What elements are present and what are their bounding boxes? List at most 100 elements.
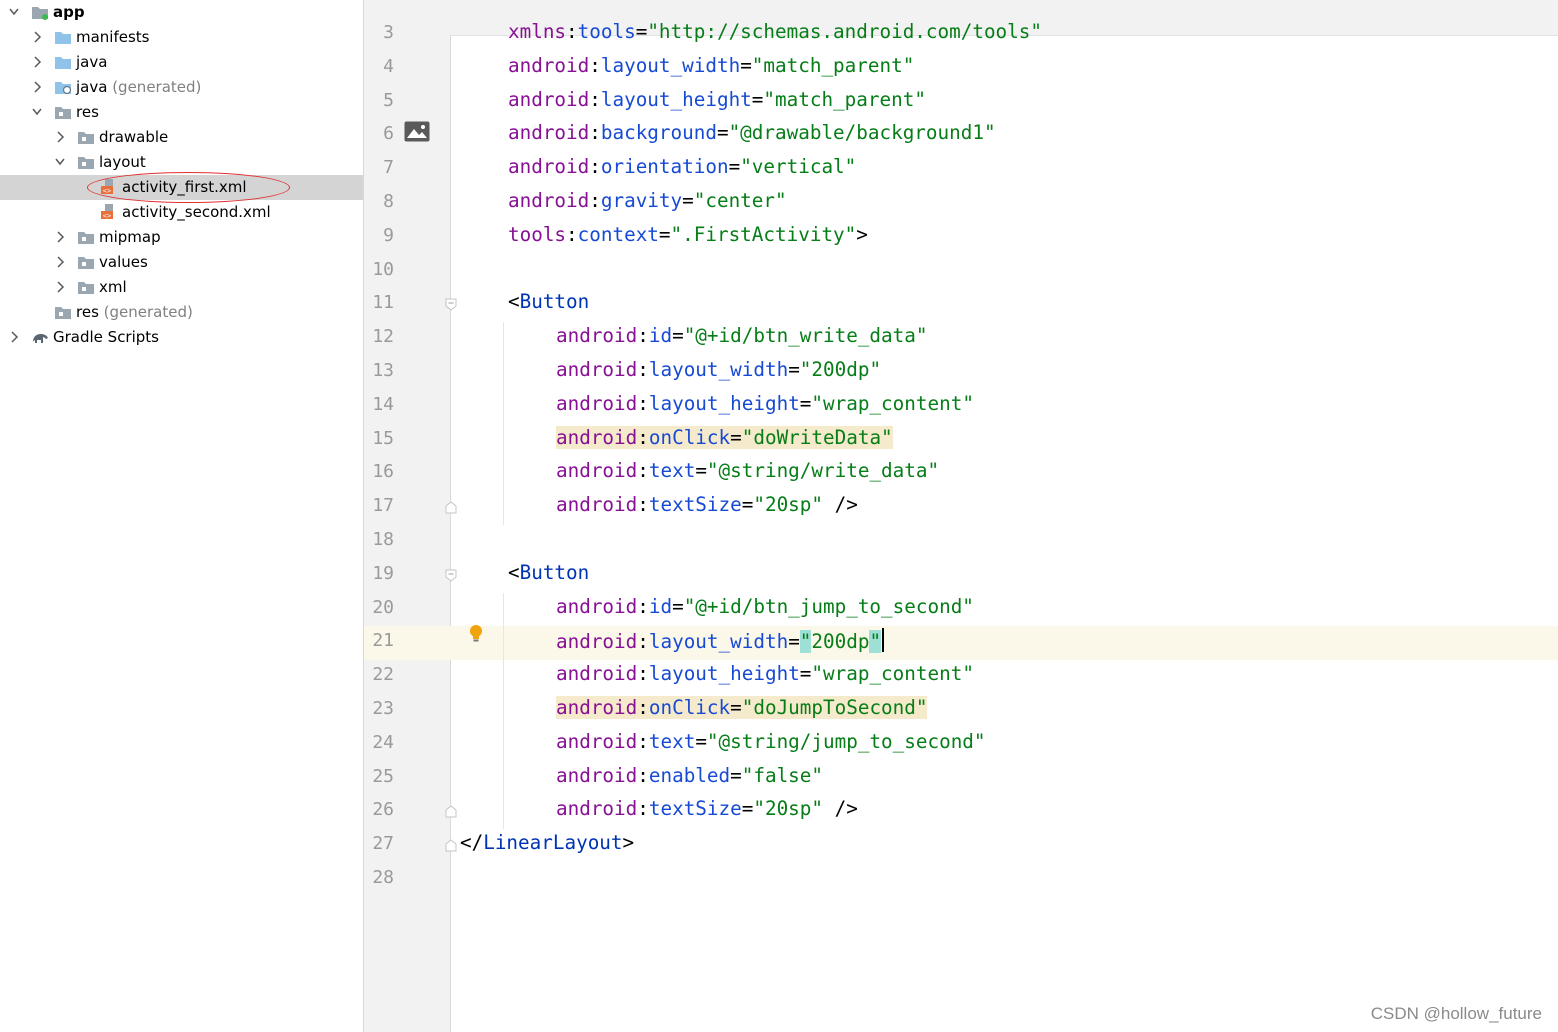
- resource-folder-icon: [78, 282, 94, 294]
- resource-folder-icon: [55, 307, 71, 319]
- code-token: android: [556, 324, 638, 348]
- fold-end-icon[interactable]: [445, 839, 457, 852]
- chevron-right-icon[interactable]: [54, 230, 66, 244]
- line-number: 6: [383, 123, 394, 145]
- line-number: 9: [383, 224, 394, 246]
- code-line[interactable]: android:background="@drawable/background…: [508, 121, 996, 144]
- code-area[interactable]: 3 xmlns:tools="http://schemas.android.com…: [364, 0, 1558, 1032]
- line-number: 10: [372, 258, 394, 280]
- code-token: =: [730, 696, 742, 719]
- resource-folder-icon: [78, 157, 94, 169]
- line-number: 28: [372, 867, 394, 888]
- tree-item-app[interactable]: app: [0, 0, 363, 25]
- code-token: "20sp": [753, 493, 824, 517]
- code-token: android: [556, 729, 638, 753]
- tree-item-layout[interactable]: layout: [0, 150, 363, 175]
- code-line[interactable]: android:layout_height="wrap_content": [556, 392, 974, 415]
- code-token: android: [556, 594, 638, 618]
- tree-item-xml[interactable]: xml: [0, 275, 363, 300]
- code-token: :: [637, 797, 649, 821]
- folder-icon: [55, 32, 71, 44]
- line-number: 23: [372, 698, 394, 719]
- code-line[interactable]: android:text="@string/jump_to_second": [556, 730, 986, 753]
- tree-item-activity-second[interactable]: <> activity_second.xml: [0, 200, 363, 225]
- code-token: android: [556, 459, 638, 483]
- code-token: id: [648, 324, 673, 348]
- tree-item-res-generated[interactable]: res (generated): [0, 300, 363, 325]
- tree-item-manifests[interactable]: manifests: [0, 25, 363, 50]
- code-line[interactable]: android:layout_width="200dp": [556, 358, 881, 381]
- code-line[interactable]: android:id="@+id/btn_write_data": [556, 324, 927, 347]
- chevron-down-icon[interactable]: [8, 5, 20, 19]
- code-token: layout_height: [648, 662, 800, 686]
- code-line[interactable]: android:layout_height="wrap_content": [556, 662, 974, 685]
- code-token: :: [589, 53, 601, 77]
- chevron-right-icon[interactable]: [31, 30, 43, 44]
- tree-item-mipmap[interactable]: mipmap: [0, 225, 363, 250]
- chevron-right-icon[interactable]: [31, 80, 43, 94]
- code-token: tools: [577, 20, 636, 43]
- code-line[interactable]: android:onClick="doWriteData": [556, 425, 893, 449]
- code-token: Button: [519, 290, 590, 314]
- code-line[interactable]: android:enabled="false": [556, 764, 823, 787]
- code-line[interactable]: <Button: [508, 561, 589, 584]
- code-token: :: [637, 729, 649, 753]
- line-number: 12: [372, 326, 394, 348]
- code-line[interactable]: android:onClick="doJumpToSecond": [556, 696, 928, 719]
- fold-end-icon[interactable]: [445, 501, 457, 514]
- code-line[interactable]: android:textSize="20sp" />: [556, 797, 858, 820]
- tree-item-values[interactable]: values: [0, 250, 363, 275]
- tree-item-res[interactable]: res: [0, 100, 363, 125]
- chevron-right-icon[interactable]: [54, 130, 66, 144]
- line-number: 26: [372, 799, 394, 821]
- image-preview-icon[interactable]: [404, 121, 430, 142]
- code-token: android: [556, 391, 638, 415]
- tree-item-drawable[interactable]: drawable: [0, 125, 363, 150]
- tree-item-label: app: [53, 3, 85, 21]
- code-token: >: [856, 222, 868, 246]
- code-editor[interactable]: 3 xmlns:tools="http://schemas.android.com…: [364, 0, 1558, 1032]
- chevron-right-icon[interactable]: [54, 255, 66, 269]
- code-line[interactable]: <Button: [508, 290, 589, 313]
- tree-item-gradle-scripts[interactable]: Gradle Scripts: [0, 325, 363, 350]
- code-line[interactable]: android:orientation="vertical": [508, 155, 856, 178]
- lightbulb-icon[interactable]: [468, 624, 484, 644]
- tree-item-label: drawable: [99, 128, 169, 146]
- code-token: "match_parent": [763, 87, 926, 111]
- chevron-right-icon[interactable]: [54, 280, 66, 294]
- code-token: "doWriteData": [741, 425, 893, 449]
- code-line[interactable]: tools:context=".FirstActivity">: [508, 223, 868, 246]
- code-line[interactable]: </LinearLayout>: [460, 831, 634, 854]
- code-token: android: [508, 121, 590, 145]
- chevron-down-icon[interactable]: [31, 105, 43, 119]
- chevron-down-icon[interactable]: [54, 155, 66, 169]
- code-token: "@drawable/background1": [728, 121, 996, 145]
- fold-collapse-icon[interactable]: [445, 569, 457, 582]
- tree-item-activity-first[interactable]: <> activity_first.xml: [0, 175, 363, 200]
- code-line[interactable]: android:layout_width="200dp": [556, 628, 885, 654]
- line-number: 17: [372, 495, 394, 517]
- tree-item-java[interactable]: java: [0, 50, 363, 75]
- fold-collapse-icon[interactable]: [445, 298, 457, 312]
- code-line[interactable]: android:gravity="center": [508, 189, 787, 212]
- chevron-right-icon[interactable]: [8, 330, 20, 344]
- fold-end-icon[interactable]: [445, 805, 457, 818]
- code-line[interactable]: android:text="@string/write_data": [556, 459, 939, 482]
- code-line[interactable]: android:layout_height="match_parent": [508, 88, 926, 111]
- line-number: 22: [372, 664, 394, 686]
- code-token: text: [648, 459, 696, 483]
- code-token: "@string/write_data": [706, 459, 940, 483]
- code-line[interactable]: android:id="@+id/btn_jump_to_second": [556, 595, 974, 618]
- code-line[interactable]: android:textSize="20sp" />: [556, 493, 858, 516]
- code-token: android: [556, 425, 638, 449]
- tree-item-java-generated[interactable]: java (generated): [0, 75, 363, 100]
- line-number: 14: [372, 393, 394, 415]
- indent-guide: [503, 592, 504, 830]
- code-token: =: [695, 459, 707, 483]
- code-token: "false": [741, 763, 824, 787]
- svg-text:<>: <>: [103, 187, 111, 195]
- code-line[interactable]: xmlns:tools="http://schemas.android.com/…: [508, 20, 1042, 43]
- code-line[interactable]: android:layout_width="match_parent": [508, 54, 914, 77]
- tree-item-label: java: [76, 53, 108, 71]
- chevron-right-icon[interactable]: [31, 55, 43, 69]
